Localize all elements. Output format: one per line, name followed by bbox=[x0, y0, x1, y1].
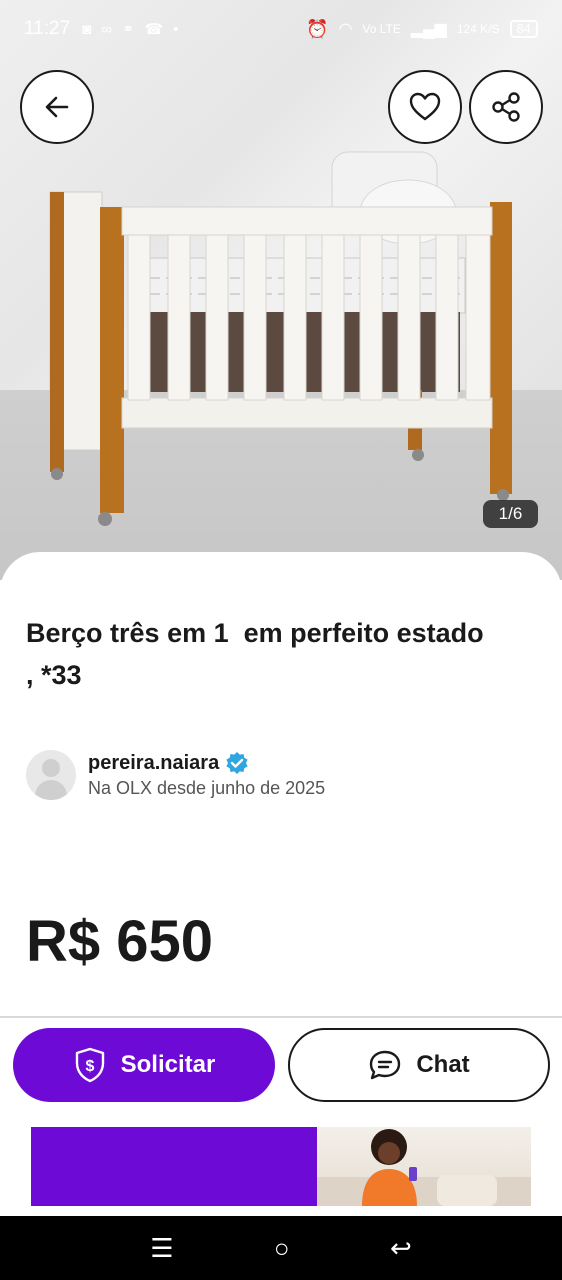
svg-text:$: $ bbox=[85, 1058, 94, 1075]
voicemail-icon: ∞ bbox=[101, 20, 112, 38]
speed-label: 124 K/S bbox=[456, 22, 500, 36]
home-icon[interactable]: ○ bbox=[274, 1233, 290, 1264]
dot-icon: • bbox=[173, 20, 179, 38]
notification-icons: ◙ ∞ ⚭ ☎ • bbox=[82, 20, 179, 39]
seller-name-row: pereira.naiara bbox=[88, 751, 325, 775]
signal-icon: ▂▄▆ bbox=[410, 21, 447, 38]
banner-purple-panel bbox=[31, 1127, 317, 1206]
chat-label: Chat bbox=[416, 1051, 470, 1078]
alarm-icon: ⏰ bbox=[306, 18, 329, 39]
listing-price: R$ 650 bbox=[26, 909, 214, 974]
share-icon bbox=[492, 92, 520, 122]
network-label: Vo LTE bbox=[362, 22, 401, 36]
system-icons: ⏰ ◠ Vo LTE ▂▄▆ 124 K/S 84 bbox=[306, 19, 538, 40]
link-icon: ⚭ bbox=[121, 21, 135, 38]
product-photo[interactable]: 11:27 ◙ ∞ ⚭ ☎ • ⏰ ◠ Vo LTE ▂▄▆ 124 K/S 8… bbox=[0, 0, 562, 580]
back-button[interactable] bbox=[20, 70, 94, 144]
avatar bbox=[26, 750, 76, 800]
banner-photo bbox=[317, 1127, 531, 1206]
chat-bubble-icon bbox=[370, 1050, 401, 1080]
shield-dollar-icon: $ bbox=[75, 1047, 104, 1083]
app-icon: ◙ bbox=[82, 20, 92, 38]
seller-since: Na OLX desde junho de 2025 bbox=[88, 778, 326, 798]
recents-icon[interactable]: ☰ bbox=[150, 1233, 173, 1264]
ad-banner[interactable] bbox=[31, 1127, 531, 1206]
share-button[interactable] bbox=[469, 70, 543, 144]
status-bar: 11:27 ◙ ∞ ⚭ ☎ • ⏰ ◠ Vo LTE ▂▄▆ 124 K/S 8… bbox=[0, 0, 562, 58]
divider bbox=[0, 1016, 562, 1018]
favorite-button[interactable] bbox=[388, 70, 462, 144]
heart-icon bbox=[409, 92, 441, 121]
verified-badge-icon bbox=[226, 752, 248, 774]
woman-illustration bbox=[317, 1129, 531, 1206]
chat-button[interactable]: Chat bbox=[288, 1028, 550, 1102]
system-nav-bar: ☰ ○ ↩ bbox=[0, 1216, 562, 1280]
solicitar-button[interactable]: $ Solicitar bbox=[13, 1028, 275, 1102]
clock: 11:27 bbox=[24, 18, 71, 39]
missed-call-icon: ☎ bbox=[144, 21, 164, 38]
solicitar-label: Solicitar bbox=[120, 1051, 216, 1078]
wifi-icon: ◠ bbox=[338, 21, 353, 38]
back-arrow-icon bbox=[45, 96, 69, 118]
battery-icon: 84 bbox=[509, 20, 538, 38]
back-nav-icon[interactable]: ↩ bbox=[390, 1233, 412, 1264]
seller-profile[interactable]: pereira.naiara Na OLX desde junho de 202… bbox=[26, 750, 325, 800]
image-counter: 1/6 bbox=[483, 500, 538, 528]
seller-name: pereira.naiara bbox=[88, 751, 220, 774]
listing-title: Berço três em 1 em perfeito estado , *33 bbox=[26, 618, 492, 690]
